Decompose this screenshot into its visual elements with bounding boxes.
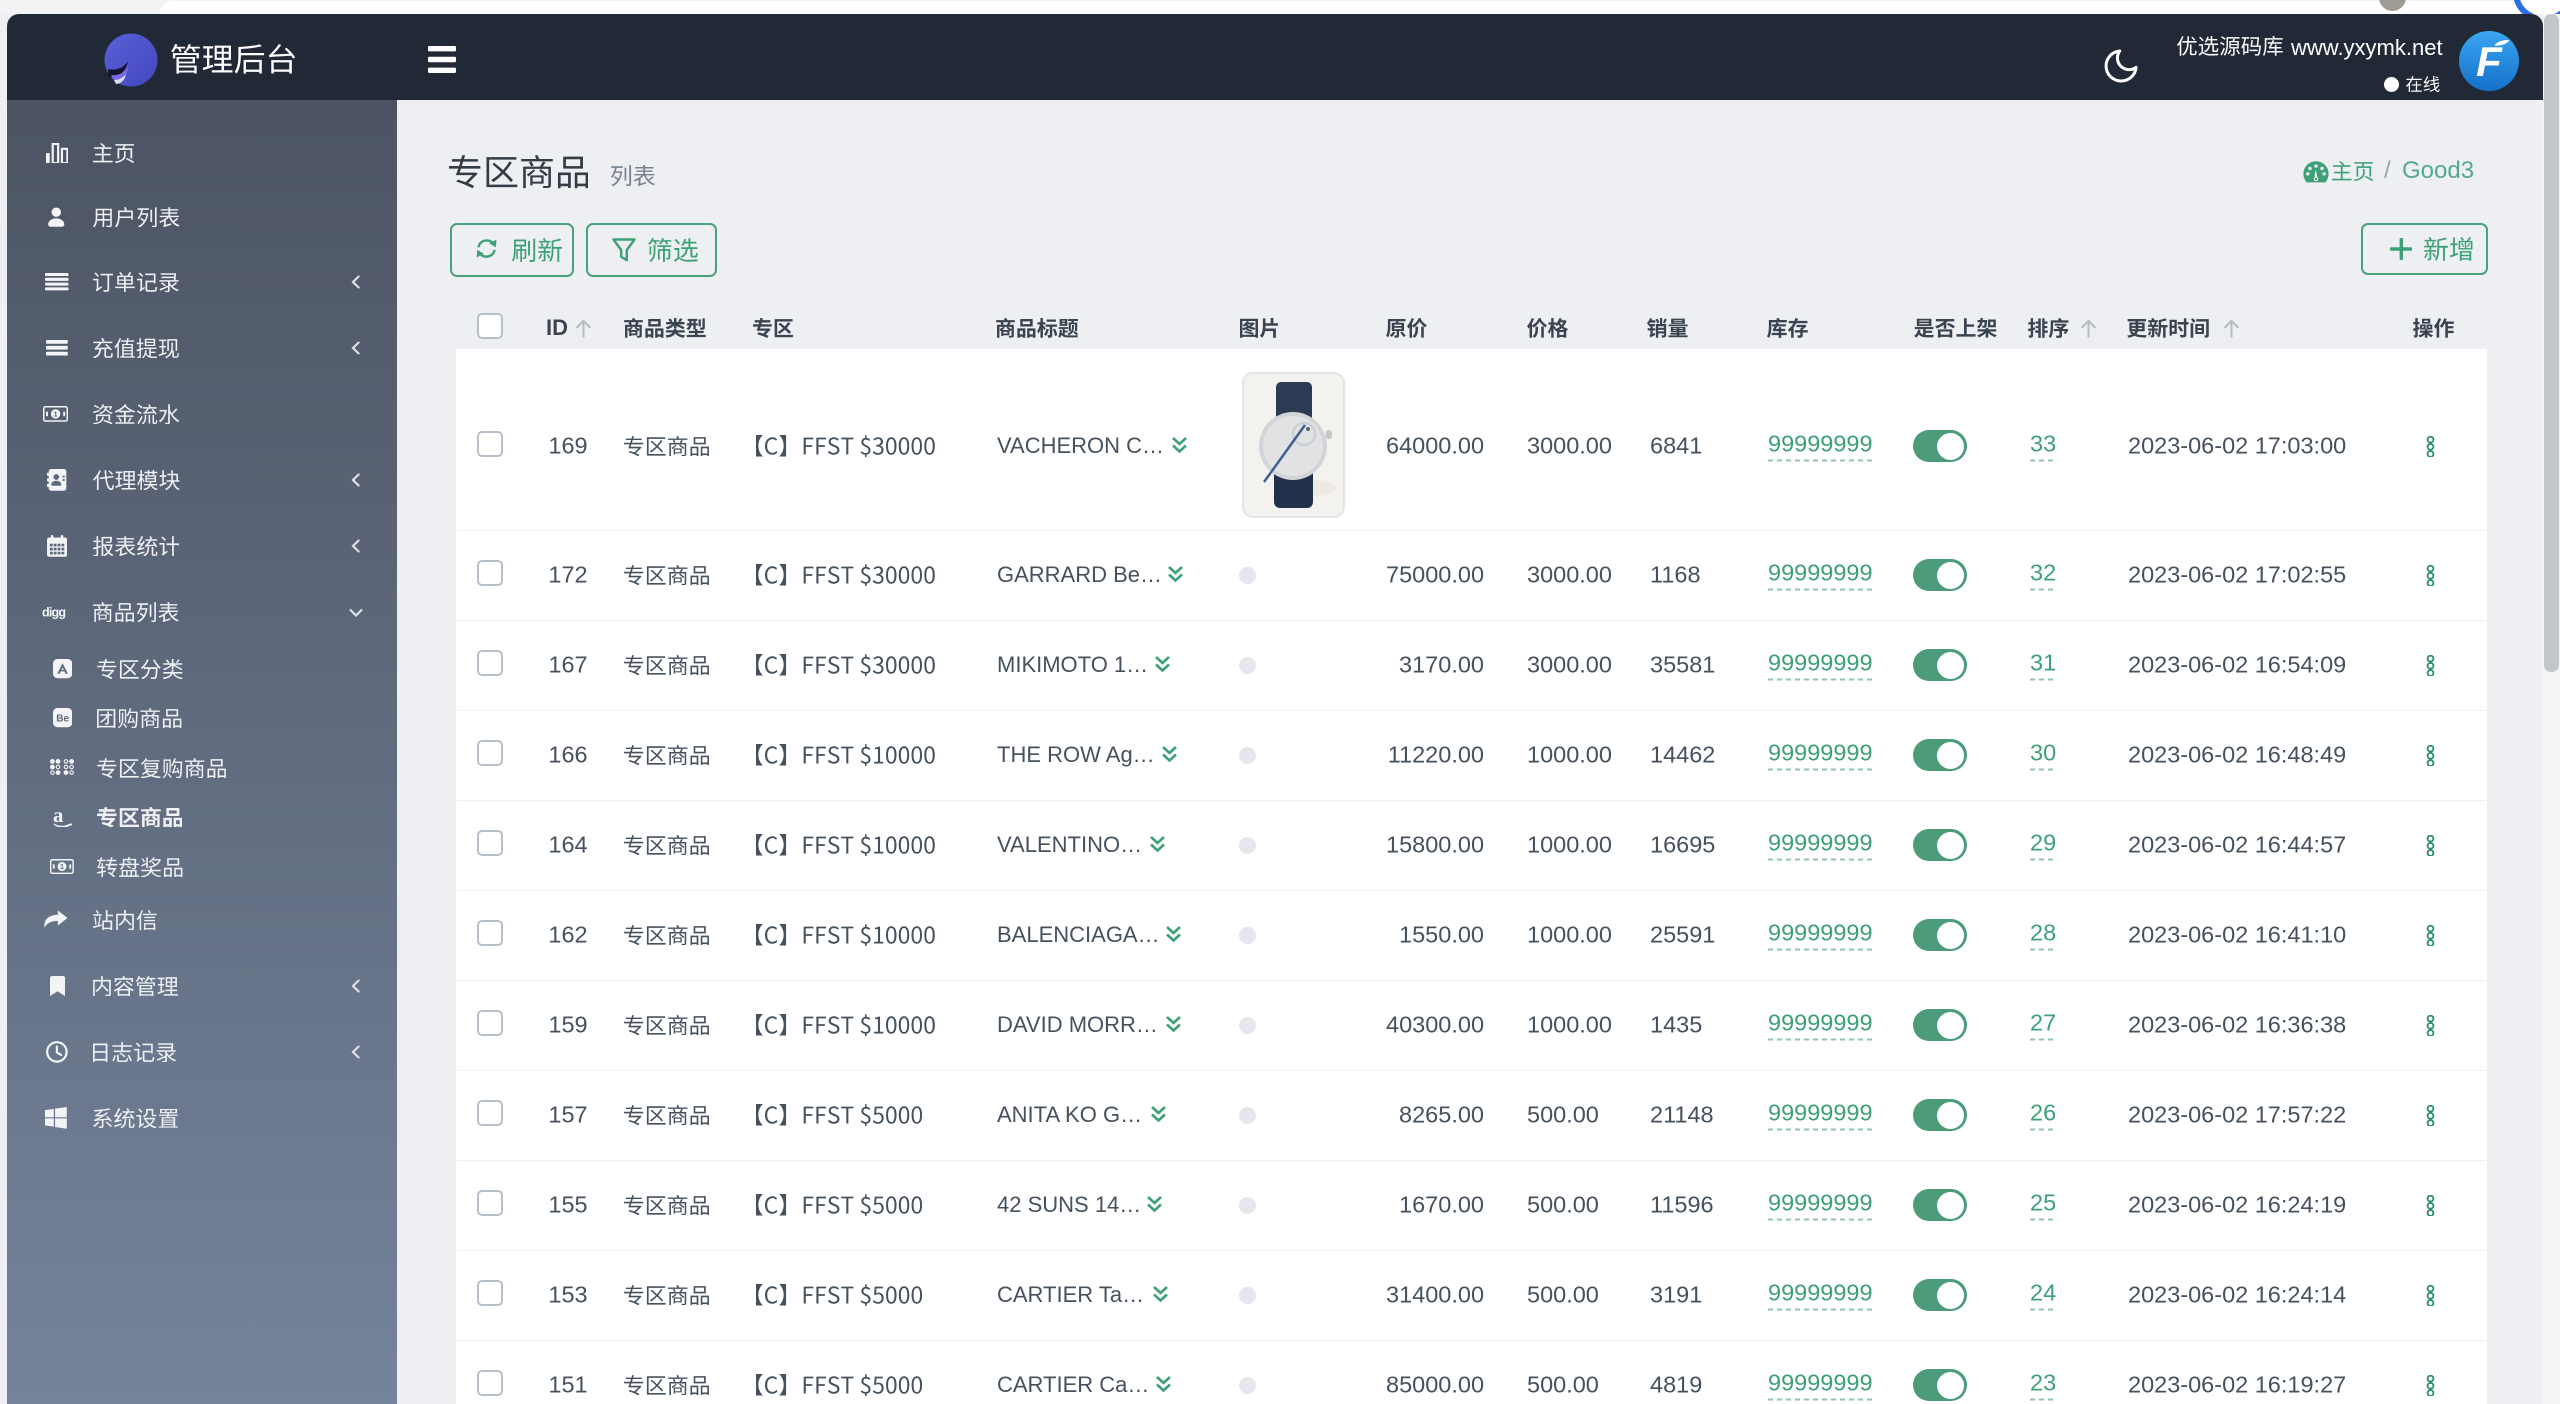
svg-text:digg: digg (42, 606, 65, 620)
svg-text:1: 1 (53, 410, 57, 419)
svg-text:1: 1 (60, 862, 64, 871)
svg-text:Be: Be (56, 714, 69, 725)
